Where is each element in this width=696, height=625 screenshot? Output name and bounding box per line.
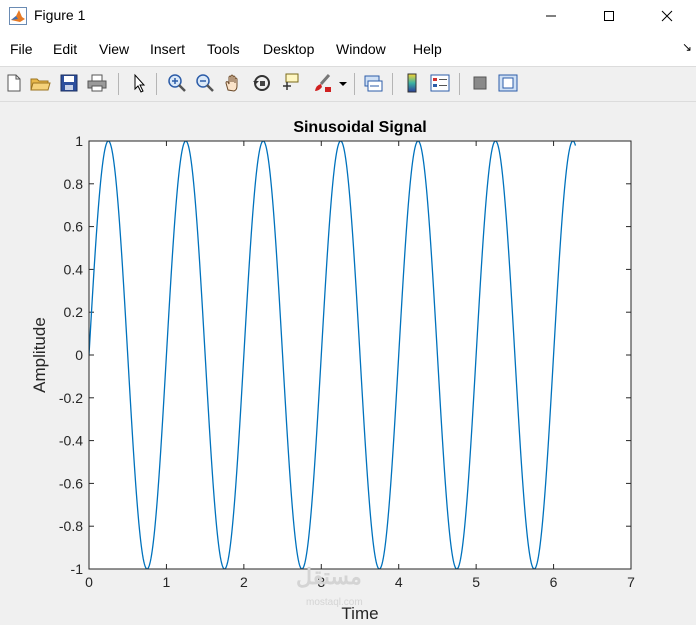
y-tick-label: 0.4 bbox=[64, 261, 84, 277]
y-tick-label: 0.8 bbox=[64, 176, 84, 192]
menu-edit[interactable]: Edit bbox=[53, 41, 77, 57]
minimize-icon bbox=[546, 15, 556, 17]
show-plot-tools-icon[interactable] bbox=[497, 72, 519, 94]
x-tick-label: 6 bbox=[550, 574, 558, 590]
zoom-in-icon[interactable] bbox=[166, 72, 188, 94]
pan-hand-icon[interactable] bbox=[222, 72, 244, 94]
menu-desktop[interactable]: Desktop bbox=[263, 41, 314, 57]
y-tick-label: -1 bbox=[71, 561, 84, 577]
y-tick-label: 0.6 bbox=[64, 219, 84, 235]
toolbar-separator bbox=[459, 73, 460, 95]
menu-file[interactable]: File bbox=[10, 41, 33, 57]
y-tick-label: -0.8 bbox=[59, 518, 83, 534]
maximize-button[interactable] bbox=[586, 0, 632, 32]
menu-window[interactable]: Window bbox=[336, 41, 386, 57]
rotate-3d-icon[interactable] bbox=[251, 72, 273, 94]
maximize-icon bbox=[604, 11, 614, 21]
close-icon bbox=[661, 10, 673, 22]
x-tick-label: 5 bbox=[472, 574, 480, 590]
link-plot-icon[interactable] bbox=[362, 72, 384, 94]
new-figure-icon[interactable] bbox=[3, 72, 25, 94]
brush-dropdown-icon[interactable] bbox=[336, 72, 350, 94]
toolbar-separator bbox=[156, 73, 157, 95]
menu-insert[interactable]: Insert bbox=[150, 41, 185, 57]
figure-toolbar bbox=[0, 66, 696, 102]
x-tick-label: 1 bbox=[163, 574, 171, 590]
x-tick-label: 0 bbox=[85, 574, 93, 590]
x-tick-label: 7 bbox=[627, 574, 635, 590]
menu-view[interactable]: View bbox=[99, 41, 129, 57]
x-tick-label: 2 bbox=[240, 574, 248, 590]
y-axis-label: Amplitude bbox=[30, 317, 49, 393]
hide-plot-tools-icon[interactable] bbox=[469, 72, 491, 94]
dock-arrow-icon[interactable]: ↘ bbox=[682, 40, 692, 54]
figure-canvas[interactable]: 0 1 2 3 4 5 6 7-1-0.8-0.6-0.4-0.200.20.40.60.81… bbox=[0, 100, 696, 625]
y-tick-label: -0.4 bbox=[59, 433, 83, 449]
menu-bar: File Edit View Insert Tools Desktop Wind… bbox=[0, 32, 696, 66]
y-tick-label: 0 bbox=[75, 347, 83, 363]
save-icon[interactable] bbox=[58, 72, 80, 94]
toolbar-separator bbox=[354, 73, 355, 95]
brush-icon[interactable] bbox=[311, 72, 333, 94]
legend-icon[interactable] bbox=[429, 72, 451, 94]
matlab-logo-icon bbox=[9, 7, 27, 25]
menu-tools[interactable]: Tools bbox=[207, 41, 240, 57]
menu-help[interactable]: Help bbox=[413, 41, 442, 57]
y-tick-label: -0.6 bbox=[59, 475, 83, 491]
toolbar-separator bbox=[118, 73, 119, 95]
watermark: مستقل bbox=[296, 564, 362, 589]
y-tick-label: -0.2 bbox=[59, 390, 83, 406]
print-icon[interactable] bbox=[86, 72, 108, 94]
y-tick-label: 0.2 bbox=[64, 304, 84, 320]
edit-plot-arrow-icon[interactable] bbox=[128, 72, 150, 94]
title-bar: Figure 1 bbox=[0, 0, 696, 32]
toolbar-separator bbox=[392, 73, 393, 95]
minimize-button[interactable] bbox=[528, 0, 574, 32]
colorbar-icon[interactable] bbox=[401, 72, 423, 94]
data-cursor-icon[interactable] bbox=[279, 72, 301, 94]
x-tick-label: 4 bbox=[395, 574, 403, 590]
chart-title: Sinusoidal Signal bbox=[293, 119, 426, 136]
open-file-icon[interactable] bbox=[29, 72, 51, 94]
close-button[interactable] bbox=[644, 0, 690, 32]
watermark-url: mostaql.com bbox=[306, 597, 363, 608]
y-tick-label: 1 bbox=[75, 133, 83, 149]
window-title: Figure 1 bbox=[34, 7, 86, 23]
zoom-out-icon[interactable] bbox=[194, 72, 216, 94]
